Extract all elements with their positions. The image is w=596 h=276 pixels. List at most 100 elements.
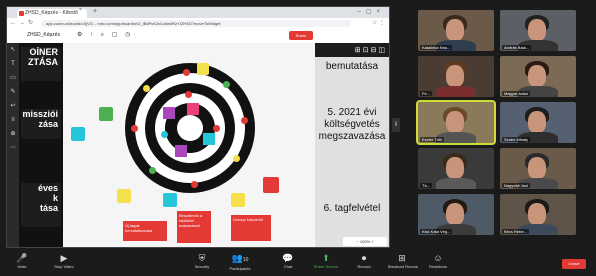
chat-button[interactable]: 💬 Chat — [274, 252, 302, 269]
security-button[interactable]: ⛨ Security — [188, 252, 216, 269]
participant-name: Fe... — [420, 91, 433, 96]
node-dot[interactable] — [233, 155, 240, 162]
tool-palette: ↖ T ▭ ✎ ↩ ≡ ⊕ ⋯ — [7, 43, 19, 247]
zoom-control[interactable]: − 100% + — [343, 237, 387, 246]
stop-video-label: Stop Video — [54, 264, 74, 269]
participant-face — [528, 157, 546, 179]
people-icon: 👥 — [231, 253, 243, 263]
node-dot[interactable] — [183, 69, 190, 76]
gift-sticker[interactable] — [99, 107, 113, 121]
node-dot[interactable] — [241, 117, 248, 124]
share-screen-button[interactable]: ⬆ Share Screen — [312, 252, 340, 269]
slide-block-2[interactable]: missziói zása — [21, 109, 61, 139]
record-button[interactable]: ⏺ Record — [350, 252, 378, 269]
mute-label: Mute — [17, 264, 27, 269]
gift-sticker[interactable] — [187, 103, 199, 115]
red-note[interactable]: Beszámoló a kiküldött szavazásról — [177, 211, 211, 243]
participant-tile[interactable]: Szabó Mihály — [500, 102, 576, 143]
more-tools-icon[interactable]: ⋯ — [7, 141, 19, 155]
gift-sticker[interactable] — [117, 189, 131, 203]
share-button[interactable]: Share — [289, 31, 313, 40]
undo-icon[interactable]: ↩ — [7, 99, 19, 113]
board-toolbar-icons[interactable]: ⚙ ↑ ⌕ ▢ ◷ — [77, 31, 133, 39]
node-dot[interactable] — [161, 131, 168, 138]
browser-tab[interactable]: ZHSD_Képzés - Kifestő — [17, 9, 87, 18]
participant-name: Nagyváti Jani — [502, 183, 531, 188]
node-dot[interactable] — [149, 167, 156, 174]
record-icon: ⏺ — [361, 253, 367, 263]
frame-tools-icons[interactable]: ⊞⊡⊟◫ — [355, 46, 387, 54]
gift-sticker[interactable] — [263, 177, 279, 193]
mute-button[interactable]: 🎤 Mute — [8, 252, 36, 269]
gift-sticker[interactable] — [175, 145, 187, 157]
slide-koltsegvetes[interactable]: 5. 2021 évi költségvetés megszavazása — [317, 107, 387, 143]
participant-tile[interactable]: Katalinka Kiss... — [418, 10, 494, 51]
gift-sticker[interactable] — [231, 193, 245, 207]
record-label: Record — [357, 264, 371, 269]
board-canvas[interactable]: Új tagok bemutatkozása Beszámoló a kikül… — [63, 43, 315, 247]
participants-icon: 👥10 — [226, 252, 254, 266]
board-name[interactable]: ZHSD_Képzés — [27, 32, 60, 38]
bookmark-menu-icons[interactable]: ☆ ⋮ — [372, 19, 385, 26]
nav-buttons[interactable]: ←→↻ — [10, 19, 36, 26]
participant-face — [528, 203, 546, 225]
gift-sticker[interactable] — [71, 127, 85, 141]
participant-face — [446, 19, 464, 41]
new-tab-icon[interactable]: + — [93, 8, 97, 15]
window-controls[interactable]: –▢× — [357, 8, 385, 15]
node-dot[interactable] — [191, 181, 198, 188]
url-field[interactable]: app.zoom.us/board/uXjVO... miro.com/app/… — [41, 20, 351, 27]
node-dot[interactable] — [213, 125, 220, 132]
ring-center — [177, 115, 203, 141]
pen-tool-icon[interactable]: ✎ — [7, 85, 19, 99]
participant-tile-active-speaker[interactable]: Eszter Tóth — [416, 100, 496, 145]
breakout-rooms-label: Breakout Rooms — [388, 264, 418, 269]
participant-face — [446, 111, 464, 133]
participant-count: 10 — [242, 257, 249, 263]
node-dot[interactable] — [185, 91, 192, 98]
miro-favicon-icon — [19, 11, 24, 16]
participant-name: Kiss Kata Vég... — [420, 229, 453, 234]
gallery-toggle-icon[interactable]: ‖ — [392, 118, 400, 132]
reactions-button[interactable]: ☺ Reactions — [424, 252, 452, 269]
sticky-tool-icon[interactable]: ▭ — [7, 71, 19, 85]
shield-icon: ⛨ — [198, 253, 206, 263]
select-tool-icon[interactable]: ↖ — [7, 43, 19, 57]
participant-tile[interactable]: Fe... — [418, 56, 494, 97]
gift-sticker[interactable] — [197, 63, 209, 75]
participant-tile[interactable]: Bécs Rebe... — [500, 194, 576, 235]
participant-tile[interactable]: Nagyváti Jani — [500, 148, 576, 189]
participant-tile[interactable]: András Bala... — [500, 10, 576, 51]
participant-name: Katalinka Kiss... — [420, 45, 453, 50]
participant-face — [528, 65, 546, 87]
red-note[interactable]: Új tagok bemutatkozása — [123, 221, 167, 241]
leave-meeting-button[interactable]: Leave — [562, 259, 586, 269]
node-dot[interactable] — [223, 81, 230, 88]
participant-tile[interactable]: Tá... — [418, 148, 494, 189]
tab-close-icon[interactable]: × — [79, 7, 82, 13]
stop-video-button[interactable]: ▶ Stop Video — [50, 252, 78, 269]
breakout-rooms-button[interactable]: ⊞ Breakout Rooms — [388, 252, 418, 269]
node-dot[interactable] — [131, 125, 138, 132]
participant-body — [436, 178, 476, 189]
text-tool-icon[interactable]: T — [7, 57, 19, 71]
right-toolbar: ⊞⊡⊟◫ — [315, 43, 389, 57]
gift-sticker[interactable] — [163, 107, 175, 119]
participant-tile[interactable]: Magyar Anikó — [500, 56, 576, 97]
red-note[interactable]: Ünnepi köszöntő — [231, 215, 271, 241]
slide-block-3[interactable]: éves k tása — [21, 183, 61, 227]
gift-sticker[interactable] — [203, 133, 215, 145]
share-screen-label: Share Screen — [313, 264, 339, 269]
participant-face — [446, 157, 464, 179]
slide-bemutatasa[interactable]: bemutatása — [317, 61, 387, 73]
participant-name: Szabó Mihály — [502, 137, 531, 142]
frames-icon[interactable]: ≡ — [7, 113, 19, 127]
slide-tagfelvetel[interactable]: 6. tagfelvétel — [317, 203, 387, 215]
tab-title: ZHSD_Képzés - Kifestő — [25, 10, 78, 16]
add-icon[interactable]: ⊕ — [7, 127, 19, 141]
participant-tile[interactable]: Kiss Kata Vég... — [418, 194, 494, 235]
node-dot[interactable] — [143, 85, 150, 92]
gift-sticker[interactable] — [163, 193, 177, 207]
participants-button[interactable]: 👥10 Participants — [226, 252, 254, 271]
slide-block-1[interactable]: OÍNER ZTÁSA — [21, 47, 61, 81]
